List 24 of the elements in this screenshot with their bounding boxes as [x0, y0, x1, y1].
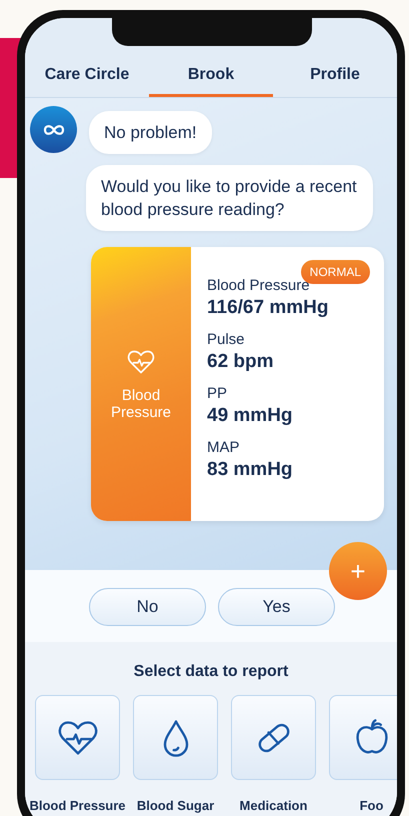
answer-button[interactable]: No [89, 588, 206, 626]
reading-value: 49 mmHg [207, 405, 294, 427]
answer-button[interactable]: Yes [218, 588, 335, 626]
tile-label: Blood Sugar [136, 798, 214, 813]
report-title: Select data to report [132, 663, 290, 681]
reading-value: 83 mmHg [207, 459, 294, 481]
tile-label: Medication [240, 798, 308, 813]
tab[interactable]: Profile [273, 58, 397, 97]
data-tile[interactable] [35, 695, 120, 780]
data-tile[interactable] [231, 695, 316, 780]
data-tile[interactable] [329, 695, 397, 780]
reading-value: 116/67 mmHg [207, 297, 330, 319]
infinity-icon [42, 124, 64, 136]
reading-value: 62 bpm [207, 351, 275, 373]
chat-bubble: No problem! [89, 111, 212, 154]
tile-label: Blood Pressure [29, 798, 126, 813]
data-tile[interactable] [133, 695, 218, 780]
tab[interactable]: Care Circle [25, 58, 149, 97]
tile-label: Foo [360, 798, 384, 813]
card-title: Blood Pressure [110, 387, 172, 421]
reading-label: PP [207, 385, 228, 402]
reading-label: MAP [207, 439, 241, 456]
reading-label: Pulse [207, 331, 246, 348]
chat-bubble: Would you like to provide a recent blood pressure reading? [86, 165, 373, 231]
